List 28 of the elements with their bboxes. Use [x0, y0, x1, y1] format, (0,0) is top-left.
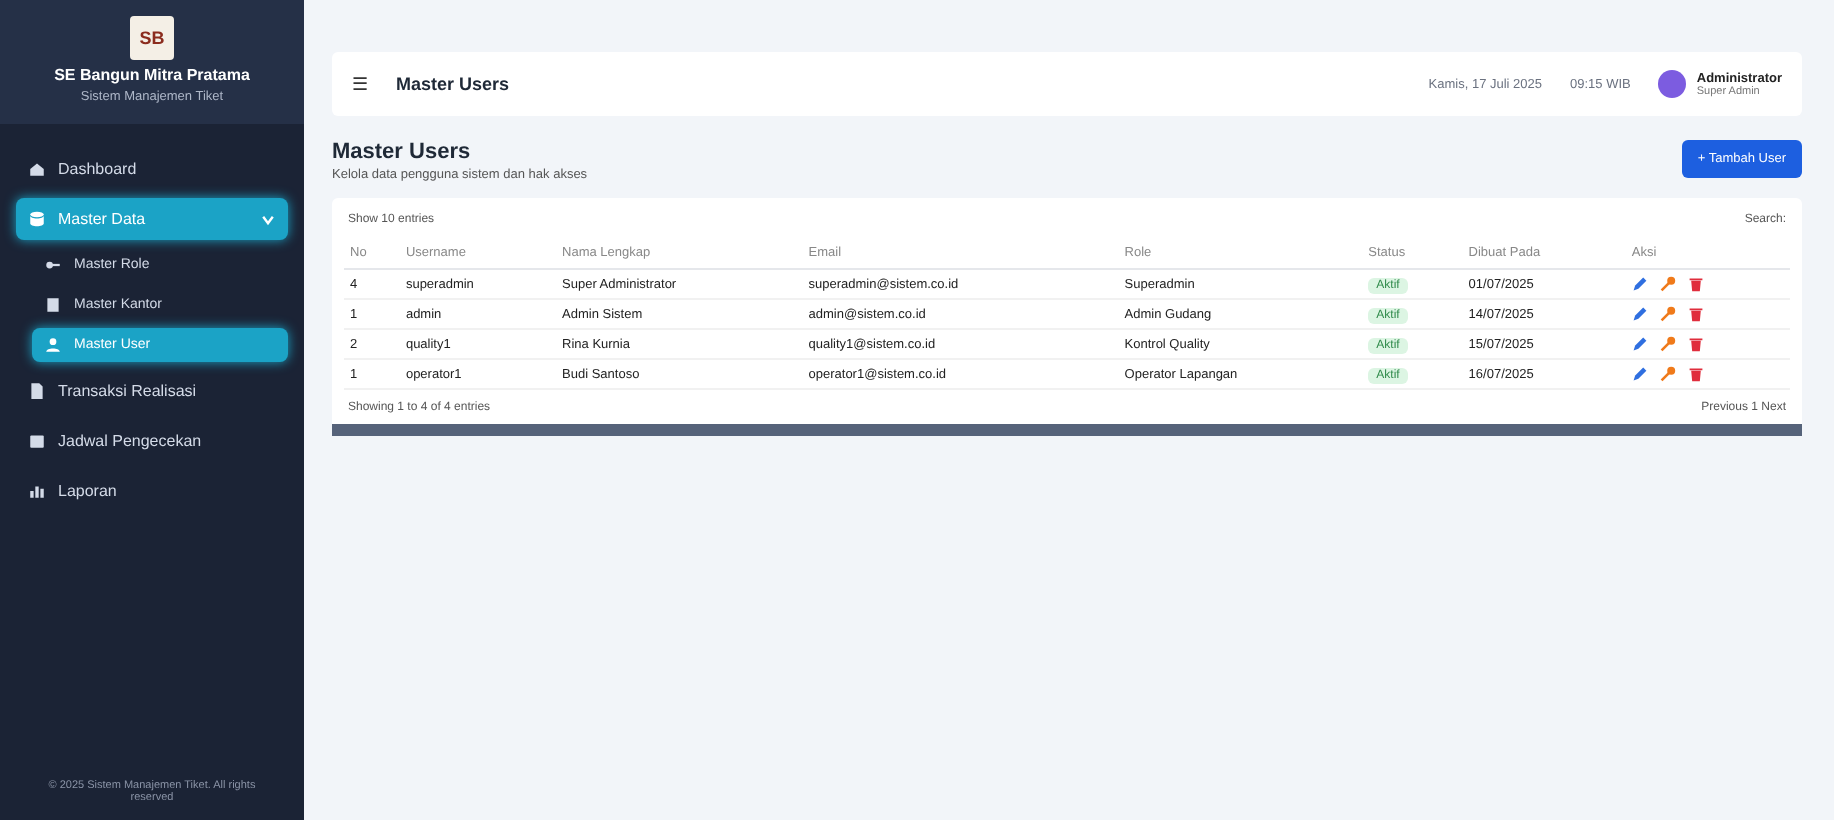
- user-icon: [44, 336, 62, 354]
- database-icon: [28, 210, 46, 228]
- avatar[interactable]: [1658, 70, 1687, 98]
- sidebar-item[interactable]: Transaksi Realisasi: [16, 370, 288, 412]
- calendar-icon: [28, 432, 46, 450]
- trash-icon[interactable]: [1687, 336, 1704, 352]
- sidebar-item[interactable]: Jadwal Pengecekan: [16, 420, 288, 462]
- company-name: SE Bangun Mitra Pratama: [54, 66, 250, 84]
- key-icon[interactable]: [1659, 306, 1676, 322]
- menu-button[interactable]: ☰: [352, 74, 368, 94]
- key-icon[interactable]: [1659, 336, 1676, 352]
- trash-icon[interactable]: [1687, 276, 1704, 292]
- key-icon[interactable]: [1659, 276, 1676, 292]
- chart-icon: [28, 482, 46, 500]
- chevron-icon: [260, 211, 276, 227]
- building-icon: [44, 296, 62, 314]
- sidebar-item[interactable]: Laporan: [16, 470, 288, 512]
- document-icon: [28, 382, 46, 400]
- sidebar-item[interactable]: Dashboard: [16, 148, 288, 190]
- key-icon: [44, 256, 62, 274]
- trash-icon[interactable]: [1687, 366, 1704, 382]
- logo: SB: [130, 16, 174, 60]
- sidebar-item[interactable]: Master Data: [16, 198, 288, 240]
- page-title: Master Users: [396, 74, 510, 94]
- key-icon[interactable]: [1659, 366, 1676, 382]
- heading: Master Users: [332, 140, 473, 164]
- trash-icon[interactable]: [1687, 306, 1704, 322]
- home-icon: [28, 160, 46, 178]
